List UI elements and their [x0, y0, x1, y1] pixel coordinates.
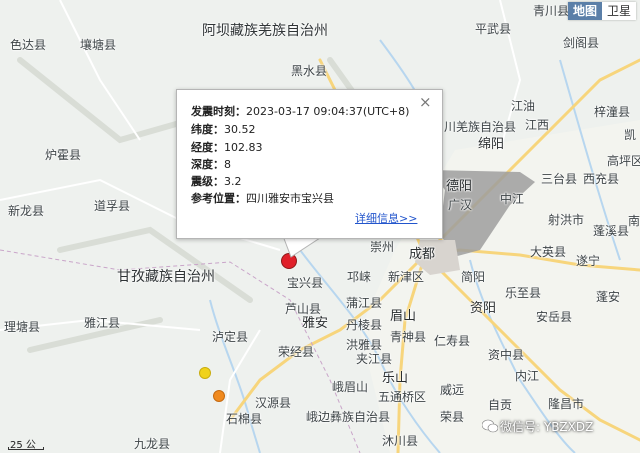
place-label: 蓬安	[596, 290, 621, 304]
time-row: 发震时刻：2023-03-17 09:04:37(UTC+8)	[191, 105, 409, 119]
place-label: 道孚县	[94, 199, 131, 213]
place-label: 荣县	[440, 410, 465, 424]
place-label: 芦山县	[285, 302, 322, 316]
place-label: 崇州	[370, 240, 395, 254]
place-label: 新龙县	[8, 204, 45, 218]
close-icon[interactable]: ×	[419, 95, 432, 110]
place-label: 平武县	[475, 22, 512, 36]
place-label: 阿坝藏族羌族自治州	[202, 23, 328, 39]
place-label: 荣经县	[278, 345, 315, 359]
place-label: 峨眉山	[332, 380, 369, 394]
place-label: 理塘县	[4, 320, 41, 334]
place-label: 仁寿县	[434, 334, 471, 348]
place-label: 内江	[515, 369, 540, 383]
place-label: 西充县	[583, 172, 620, 186]
magnitude-row: 震级：3.2	[191, 175, 242, 189]
longitude-label: 经度：	[191, 141, 224, 154]
place-label: 夹江县	[356, 352, 393, 366]
place-label: 射洪市	[548, 213, 585, 227]
place-label: 资中县	[488, 348, 525, 362]
place-label: 资阳	[470, 301, 497, 316]
magnitude-label: 震级：	[191, 175, 224, 188]
place-label: 乐山	[382, 371, 409, 386]
place-label: 德阳	[446, 179, 473, 194]
latitude-row: 纬度：30.52	[191, 123, 256, 137]
place-label: 大英县	[530, 245, 567, 259]
longitude-value: 102.83	[224, 141, 263, 154]
place-label: 石棉县	[226, 412, 263, 426]
watermark-text: 微信号: YBZXDZ	[500, 420, 594, 434]
place-label: 色达县	[10, 38, 47, 52]
place-label: 高坪区	[607, 154, 640, 168]
place-label: 简阳	[461, 270, 486, 284]
place-label: 泸定县	[212, 330, 249, 344]
satellite-view-button[interactable]: 卫星	[601, 2, 636, 20]
map-view-button[interactable]: 地图	[567, 2, 602, 20]
place-label: 绵阳	[478, 137, 505, 152]
place-label: 江油	[511, 99, 536, 113]
place-label: 汉源县	[255, 396, 292, 410]
location-value: 四川雅安市宝兴县	[246, 192, 334, 205]
place-label: 宝兴县	[287, 276, 324, 290]
place-label: 新津区	[388, 270, 425, 284]
earthquake-marker[interactable]	[199, 367, 211, 379]
place-label: 蓬溪县	[593, 224, 630, 238]
location-row: 参考位置：四川雅安市宝兴县	[191, 192, 334, 206]
place-label: 川羌族自治县	[444, 120, 517, 134]
time-label: 发震时刻：	[191, 105, 246, 118]
place-label: 壤塘县	[80, 38, 117, 52]
depth-label: 深度：	[191, 158, 224, 171]
earthquake-marker[interactable]	[213, 390, 225, 402]
place-label: 邛崃	[347, 270, 372, 284]
magnitude-value: 3.2	[224, 175, 242, 188]
place-label: 丹棱县	[346, 318, 383, 332]
place-label: 甘孜藏族自治州	[117, 269, 215, 285]
place-label: 雅江县	[84, 316, 121, 330]
place-label: 广汉	[448, 198, 473, 212]
place-label: 成都	[409, 247, 436, 262]
place-label: 乐至县	[505, 286, 542, 300]
place-label: 自贡	[488, 398, 513, 412]
place-label: 中江	[500, 192, 525, 206]
scale-bar	[8, 447, 44, 450]
place-label: 洪雅县	[346, 338, 383, 352]
place-label: 南	[628, 214, 640, 228]
latitude-value: 30.52	[224, 123, 256, 136]
place-label: 青川县	[533, 4, 570, 18]
place-label: 三台县	[541, 172, 578, 186]
place-label: 峨边彝族自治县	[306, 410, 391, 424]
place-label: 凯	[624, 128, 637, 142]
place-label: 黑水县	[291, 64, 328, 78]
place-label: 安岳县	[536, 310, 573, 324]
place-label: 遂宁	[576, 254, 601, 268]
place-label: 眉山	[390, 309, 417, 324]
place-label: 江西	[525, 118, 550, 132]
place-label: 炉霍县	[45, 148, 82, 162]
details-link[interactable]: 详细信息>>	[355, 210, 417, 226]
location-label: 参考位置：	[191, 192, 246, 205]
place-label: 五通桥区	[378, 390, 427, 404]
place-label: 蒲江县	[346, 296, 383, 310]
place-label: 隆昌市	[548, 397, 585, 411]
depth-row: 深度：8	[191, 158, 231, 172]
wechat-icon	[482, 419, 498, 433]
place-label: 雅安	[302, 316, 329, 331]
place-label: 梓潼县	[594, 105, 631, 119]
earthquake-info-popup: × 发震时刻：2023-03-17 09:04:37(UTC+8) 纬度：30.…	[176, 89, 443, 239]
map-type-switch: 地图 卫星	[567, 2, 636, 20]
place-label: 九龙县	[134, 437, 171, 451]
popup-pointer	[283, 236, 323, 258]
place-label: 威远	[440, 383, 465, 397]
depth-value: 8	[224, 158, 231, 171]
place-label: 剑阁县	[563, 36, 600, 50]
place-label: 沐川县	[382, 434, 419, 448]
time-value: 2023-03-17 09:04:37(UTC+8)	[246, 105, 410, 118]
place-label: 青神县	[390, 330, 427, 344]
longitude-row: 经度：102.83	[191, 141, 263, 155]
latitude-label: 纬度：	[191, 123, 224, 136]
